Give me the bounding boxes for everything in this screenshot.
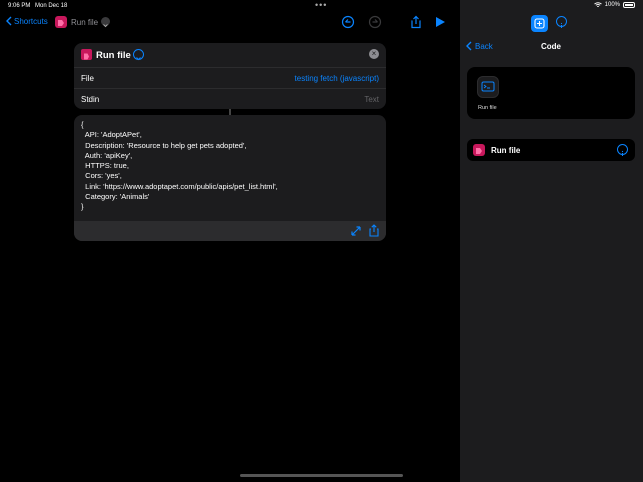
stdin-label: Stdin [81,95,100,104]
shortcut-title[interactable]: Run file [71,18,98,27]
file-value[interactable]: testing fetch (javascript) [295,74,379,83]
wifi-icon [593,2,602,7]
file-parameter-row[interactable]: File testing fetch (javascript) [74,67,386,89]
share-output-icon[interactable] [368,224,380,237]
run-file-action-row[interactable]: Run file [467,139,635,161]
details-info-tab-icon[interactable] [556,16,567,28]
battery-percent: 100% [604,2,620,8]
battery-icon [623,2,635,8]
status-date: Mon Dec 18 [35,3,68,9]
shortcuts-back-button[interactable]: Shortcuts [6,16,48,26]
undo-icon[interactable] [341,15,355,29]
run-file-tile[interactable] [477,76,499,98]
redo-icon[interactable] [368,15,382,29]
share-icon[interactable] [409,15,423,29]
terminal-icon [481,81,495,92]
library-back-button[interactable]: Back [466,41,493,51]
home-indicator [240,474,403,477]
action-library-tab[interactable] [531,15,548,32]
library-plus-icon [534,18,545,29]
chevron-left-icon [6,16,12,26]
back-label: Shortcuts [14,16,48,26]
play-icon[interactable] [433,15,447,29]
status-time: 9:06 PM [8,3,31,9]
scriptable-app-icon [473,144,485,156]
output-code-block: { API: 'AdoptAPet', Description: 'Resour… [74,115,386,241]
action-header: Run file × [74,43,386,67]
editor-pane: 9:06 PM Mon Dec 18 ••• Shortcuts Run fil… [0,0,460,482]
library-title: Code [541,42,561,51]
code-output-text: { API: 'AdoptAPet', Description: 'Resour… [81,120,278,212]
multitasking-dots-icon[interactable]: ••• [315,0,327,10]
shortcut-app-icon[interactable] [55,16,67,28]
library-back-label: Back [475,41,493,51]
stdin-input[interactable]: Text [364,95,379,104]
title-menu-chevron-icon[interactable] [101,17,110,28]
run-file-tile-label: Run file [478,105,497,111]
suggested-actions-panel: Run file [467,67,635,119]
action-info-icon[interactable] [617,144,628,156]
stdin-parameter-row[interactable]: Stdin Text [74,88,386,110]
expand-arrows-icon[interactable] [350,225,362,237]
code-footer [74,221,386,241]
action-title: Run file [96,50,131,61]
remove-action-close-icon[interactable]: × [369,49,379,59]
file-label: File [81,74,94,83]
chevron-left-icon [466,41,472,51]
scriptable-app-icon [81,49,92,60]
status-indicators: 100% [593,2,635,8]
expand-action-chevron-icon[interactable] [133,49,144,61]
action-row-label: Run file [491,146,521,155]
run-file-action-card: Run file × File testing fetch (javascrip… [74,43,386,109]
